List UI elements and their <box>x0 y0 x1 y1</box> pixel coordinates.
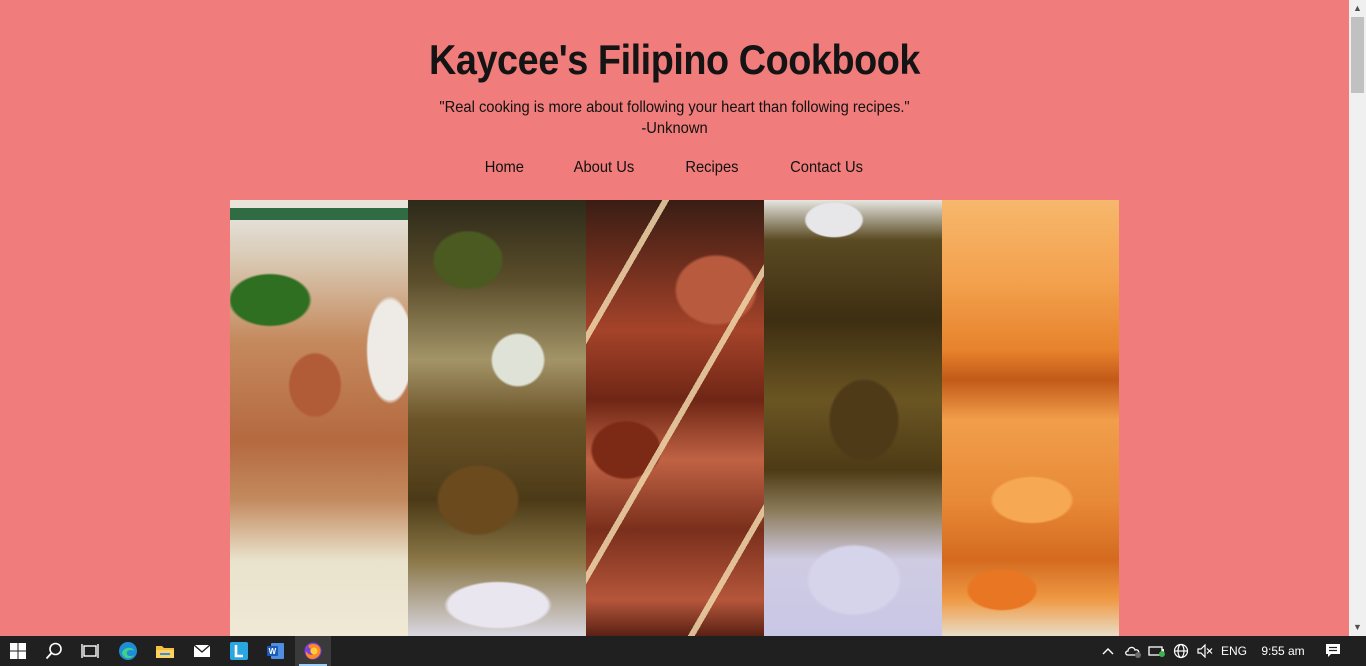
start-icon[interactable] <box>0 636 36 666</box>
scroll-thumb[interactable] <box>1351 17 1364 93</box>
show-hidden-icons-icon[interactable] <box>1098 636 1118 666</box>
lumpia-photo <box>942 200 1119 636</box>
quote-text: "Real cooking is more about following yo… <box>439 99 910 116</box>
word-icon[interactable]: W <box>258 636 294 666</box>
quote-author: -Unknown <box>641 120 708 137</box>
barbecue-skewers-photo <box>586 200 764 636</box>
notifications-icon[interactable] <box>1320 636 1346 666</box>
task-view-icon[interactable] <box>72 636 108 666</box>
vertical-scrollbar[interactable]: ▲ ▼ <box>1349 0 1366 636</box>
svg-text:W: W <box>269 647 277 656</box>
onedrive-icon[interactable] <box>1122 636 1144 666</box>
battery-icon[interactable] <box>1146 636 1168 666</box>
volume-muted-icon[interactable] <box>1194 636 1216 666</box>
adobo-photo <box>408 200 586 636</box>
webpage: Kaycee's Filipino Cookbook "Real cooking… <box>0 0 1349 636</box>
nav-recipes-link[interactable]: Recipes <box>686 159 739 177</box>
quote: "Real cooking is more about following yo… <box>54 97 1295 139</box>
main-nav: Home About Us Recipes Contact Us <box>0 159 1349 177</box>
clock[interactable]: 9:55 am <box>1256 636 1310 666</box>
network-icon[interactable] <box>1170 636 1192 666</box>
nav-about-link[interactable]: About Us <box>574 159 635 177</box>
language-indicator[interactable]: ENG <box>1218 636 1250 666</box>
food-gallery <box>230 200 1119 636</box>
adobo-rice-photo <box>764 200 942 636</box>
firefox-icon[interactable] <box>295 636 331 666</box>
search-icon[interactable] <box>36 636 72 666</box>
l-app-icon[interactable] <box>221 636 257 666</box>
mail-icon[interactable] <box>184 636 220 666</box>
page-title: Kaycee's Filipino Cookbook <box>429 36 920 83</box>
scroll-down-icon[interactable]: ▼ <box>1349 619 1366 636</box>
sinigang-photo <box>230 200 408 636</box>
nav-home-link[interactable]: Home <box>484 159 523 177</box>
file-explorer-icon[interactable] <box>147 636 183 666</box>
edge-icon[interactable] <box>110 636 146 666</box>
nav-contact-link[interactable]: Contact Us <box>790 159 863 177</box>
taskbar: W ENG 9:55 am <box>0 636 1366 666</box>
scroll-up-icon[interactable]: ▲ <box>1349 0 1366 17</box>
